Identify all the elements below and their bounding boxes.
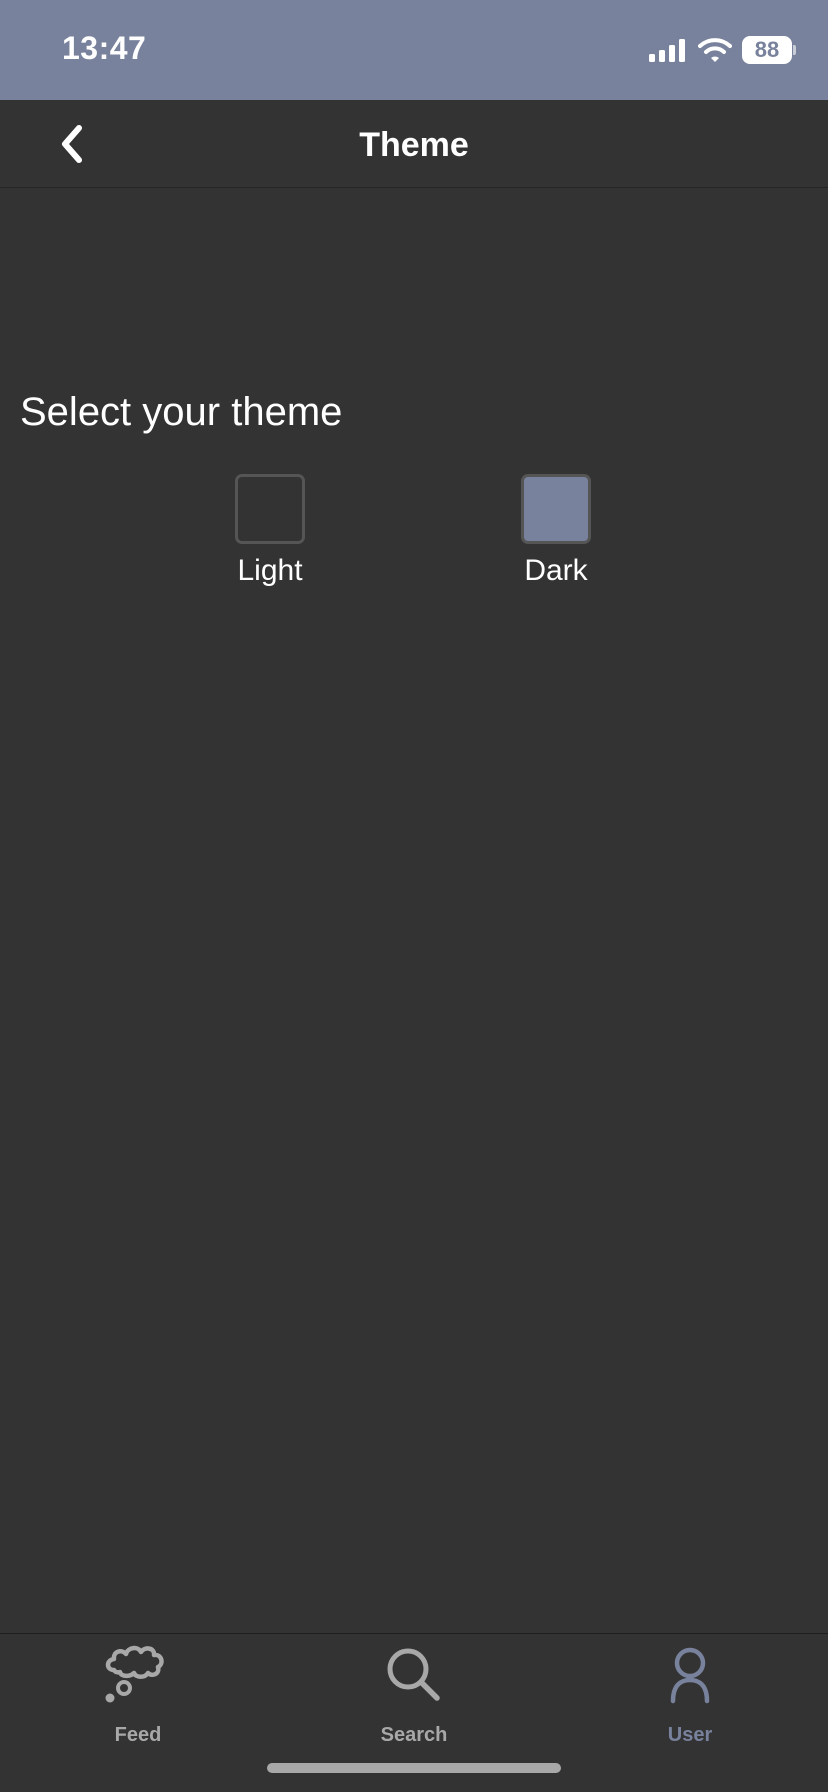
theme-option-label: Light <box>237 554 303 587</box>
battery-level: 88 <box>754 37 780 62</box>
home-indicator[interactable] <box>267 1763 561 1773</box>
search-icon <box>387 1648 440 1701</box>
tab-label: Search <box>380 1724 448 1746</box>
status-time: 13:47 <box>62 30 147 66</box>
theme-option-dark[interactable]: Dark <box>496 474 616 588</box>
status-bar: 13:47 88 <box>0 0 828 100</box>
theme-section-heading: Select your theme <box>20 390 343 434</box>
wifi-icon <box>698 38 732 62</box>
navigation-bar: Theme <box>0 100 828 188</box>
tab-label: Feed <box>114 1724 162 1746</box>
tab-label: User <box>667 1724 713 1746</box>
cellular-signal-icon <box>649 39 685 62</box>
theme-option-label: Dark <box>524 554 588 587</box>
light-theme-swatch[interactable] <box>235 474 305 544</box>
battery-icon: 88 <box>742 36 796 64</box>
tab-feed[interactable]: Feed <box>58 1642 218 1746</box>
tab-user[interactable]: User <box>610 1642 770 1746</box>
status-icons: 88 <box>648 34 796 66</box>
user-icon <box>670 1647 710 1704</box>
dark-theme-swatch[interactable] <box>521 474 591 544</box>
tab-search[interactable]: Search <box>334 1642 494 1746</box>
theme-option-light[interactable]: Light <box>210 474 330 588</box>
thought-cloud-icon <box>105 1645 164 1703</box>
page-title: Theme <box>359 126 469 164</box>
